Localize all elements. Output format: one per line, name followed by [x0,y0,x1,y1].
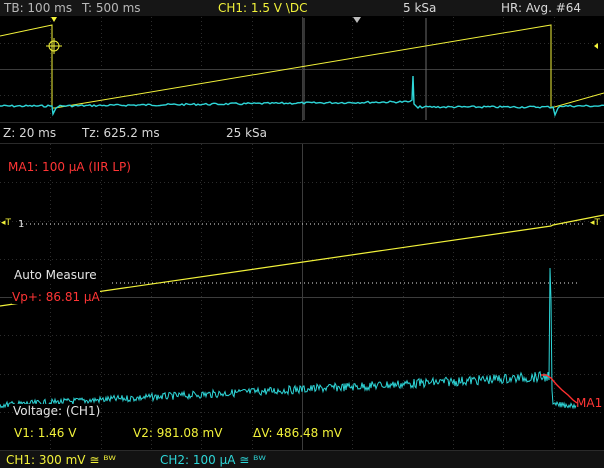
ch2-channel-readout[interactable]: CH2: 100 µA ≅ ᴮᵂ [160,453,266,467]
math-channel-label[interactable]: MA1: 100 µA (IIR LP) [8,160,131,174]
trigger-level-right-marker[interactable]: ◂T [590,216,600,230]
cursor-v2-readout: V2: 981.08 mV [133,426,223,440]
math-trace-marker[interactable]: MA1 [576,396,602,410]
cursor-delta-readout: ΔV: 486.48 mV [253,426,342,440]
vp-plus-measurement: Vp+: 86.81 µA [12,290,100,304]
oscilloscope-screen: TB: 100 ms T: 500 ms CH1: 1.5 V \DC 5 kS… [0,0,604,468]
auto-measure-title[interactable]: Auto Measure [14,268,97,282]
ch2-zoom-trace [0,267,577,410]
cursor-source-title[interactable]: Voltage: (CH1) [13,404,101,418]
bottom-channel-bar: CH1: 300 mV ≅ ᴮᵂ CH2: 100 µA ≅ ᴮᵂ [0,450,604,468]
trigger-level-left-marker[interactable]: ◂T [1,216,11,230]
cursor-v1-readout: V1: 1.46 V [14,426,77,440]
ch1-channel-readout[interactable]: CH1: 300 mV ≅ ᴮᵂ [6,453,116,467]
trigger-index-label: 1 [18,219,25,230]
zoom-waveform-area [0,144,604,450]
